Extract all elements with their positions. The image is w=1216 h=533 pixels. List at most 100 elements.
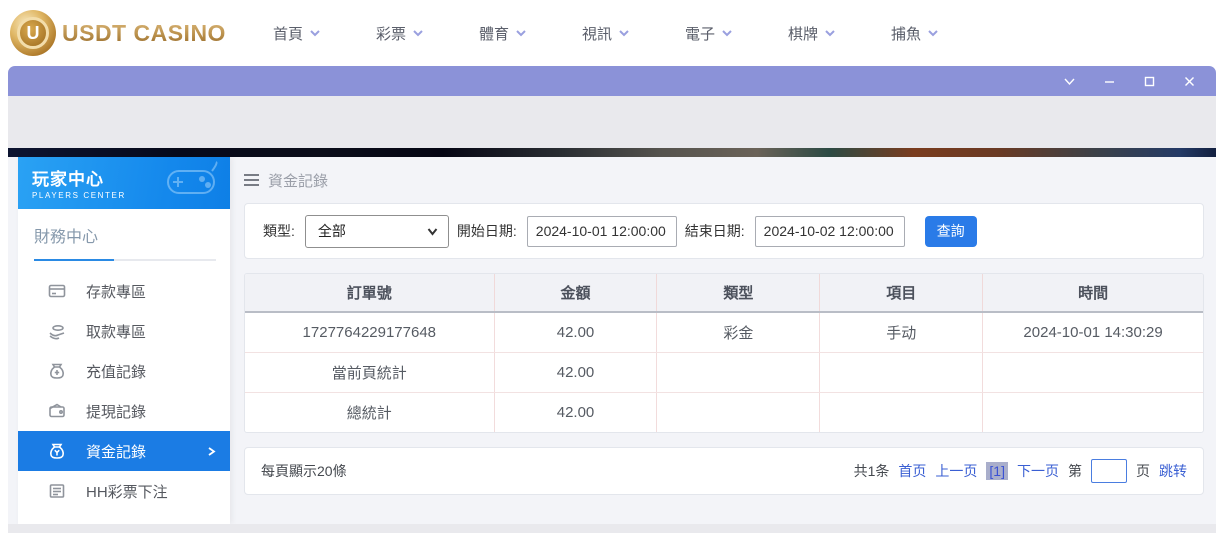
chevron-down-icon	[310, 30, 320, 37]
chevron-down-icon	[413, 30, 423, 37]
window-close-icon[interactable]	[1176, 71, 1202, 91]
sidebar-item-recharge-record[interactable]: 充值記錄	[18, 351, 230, 391]
nav-item-home[interactable]: 首頁	[245, 23, 348, 44]
end-date-label: 結束日期:	[684, 223, 745, 239]
cell-empty	[982, 352, 1203, 393]
sidebar-item-label: 存款專區	[86, 283, 147, 301]
sidebar-item-label: 取款專區	[86, 323, 147, 341]
chevron-right-icon	[208, 446, 216, 456]
gamepad-decoration-icon	[167, 161, 218, 194]
sidebar-item-room-bet-record[interactable]: 廳室投註記錄	[18, 511, 230, 525]
chevron-down-icon	[722, 30, 732, 37]
recharge-bag-icon	[48, 362, 66, 380]
nav-label: 視訊	[581, 25, 612, 43]
chevron-down-icon	[619, 30, 629, 37]
sidebar-item-deposit[interactable]: 存款專區	[18, 271, 230, 311]
sidebar-item-funds-record[interactable]: 資金記錄	[18, 431, 230, 471]
funds-table-card: 訂單號 金額 類型 項目 時間 1727764229177648 42.00 彩…	[244, 273, 1204, 433]
site-logo[interactable]: U USDT CASINO	[0, 10, 245, 56]
col-amount: 金額	[494, 274, 658, 313]
page-title: 資金記錄	[268, 172, 329, 190]
window-maximize-icon[interactable]	[1136, 71, 1162, 91]
table-row: 1727764229177648 42.00 彩金 手动 2024-10-01 …	[245, 312, 1203, 353]
nav-label: 電子	[684, 25, 715, 43]
table-row-grand-total: 總統計 42.00	[245, 392, 1203, 432]
pagination-bar: 每頁顯示20條 共1条 首页 上一页 [1] 下一页 第 页 跳转	[244, 447, 1204, 495]
cell-item: 手动	[819, 312, 984, 353]
sidebar-item-label: 充值記錄	[86, 363, 147, 381]
cell-order-no: 1727764229177648	[245, 312, 495, 353]
nav-item-fishing[interactable]: 捕魚	[863, 23, 966, 44]
sidebar-item-withdraw[interactable]: 取款專區	[18, 311, 230, 351]
type-label: 類型:	[263, 223, 295, 239]
withdraw-hand-icon	[48, 322, 66, 340]
content-area: 玩家中心 PLAYERS CENTER 財務中心 存款專區 取款專區 充值記錄 …	[8, 157, 1216, 524]
first-page-link[interactable]: 首页	[898, 461, 926, 481]
col-order-no: 訂單號	[245, 274, 495, 313]
start-date-label: 開始日期:	[456, 223, 517, 239]
main-menu: 首頁 彩票 體育 視訊 電子 棋牌 捕魚	[245, 23, 966, 44]
app-window: 玩家中心 PLAYERS CENTER 財務中心 存款專區 取款專區 充值記錄 …	[8, 66, 1216, 533]
type-select[interactable]: 全部	[304, 214, 449, 248]
nav-label: 體育	[478, 25, 509, 43]
window-chevron-down-icon[interactable]	[1056, 71, 1082, 91]
nav-item-sports[interactable]: 體育	[451, 23, 554, 44]
nav-item-lottery[interactable]: 彩票	[348, 23, 451, 44]
menu-collapse-icon[interactable]	[244, 174, 259, 186]
nav-item-cards[interactable]: 棋牌	[760, 23, 863, 44]
window-titlebar	[8, 66, 1216, 96]
sidebar: 玩家中心 PLAYERS CENTER 財務中心 存款專區 取款專區 充值記錄 …	[18, 157, 230, 524]
players-center-header: 玩家中心 PLAYERS CENTER	[18, 157, 230, 209]
jump-page-input[interactable]	[1091, 459, 1127, 483]
nav-label: 捕魚	[890, 25, 921, 43]
sidebar-item-withdrawal-record[interactable]: 提現記錄	[18, 391, 230, 431]
cell-empty	[819, 352, 984, 393]
cell-type: 彩金	[656, 312, 821, 353]
table-row-page-total: 當前頁統計 42.00	[245, 352, 1203, 393]
cell-empty	[983, 392, 1203, 432]
funds-bag-icon	[48, 442, 66, 460]
table-header-row: 訂單號 金額 類型 項目 時間	[245, 274, 1203, 313]
finance-center-section: 財務中心	[18, 209, 230, 261]
nav-label: 棋牌	[787, 25, 818, 43]
search-button[interactable]: 查詢	[924, 215, 977, 247]
nav-item-live[interactable]: 視訊	[554, 23, 657, 44]
col-item: 項目	[819, 274, 984, 313]
nav-item-slots[interactable]: 電子	[657, 23, 760, 44]
top-navbar: U USDT CASINO 首頁 彩票 體育 視訊 電子 棋牌 捕魚	[0, 0, 1216, 66]
main-panel: 資金記錄 類型: 全部 開始日期: 結束日期: 查詢	[244, 157, 1204, 524]
window-toolbar-area	[8, 96, 1216, 148]
cell-time: 2024-10-01 14:30:29	[982, 312, 1203, 353]
banner-strip	[8, 148, 1216, 157]
window-minimize-icon[interactable]	[1096, 71, 1122, 91]
room-bet-list-icon	[48, 522, 66, 524]
sidebar-item-label: HH彩票下注	[86, 483, 168, 501]
chevron-down-icon	[825, 30, 835, 37]
nav-label: 彩票	[375, 25, 406, 43]
cell-amount: 42.00	[494, 312, 658, 353]
cell-amount: 42.00	[494, 392, 658, 432]
sidebar-item-label: 廳室投註記錄	[86, 521, 176, 525]
cell-label: 當前頁統計	[245, 352, 495, 393]
current-page-indicator: [1]	[986, 462, 1008, 480]
jump-action-link[interactable]: 跳转	[1159, 461, 1187, 481]
col-type: 類型	[656, 274, 821, 313]
start-date-input[interactable]	[526, 215, 677, 247]
jump-prefix-label: 第	[1068, 463, 1082, 479]
logo-monogram: U	[17, 17, 49, 49]
prev-page-link[interactable]: 上一页	[935, 461, 977, 481]
next-page-link[interactable]: 下一页	[1017, 461, 1059, 481]
end-date-input[interactable]	[754, 215, 905, 247]
logo-text: USDT CASINO	[62, 19, 226, 46]
deposit-card-icon	[48, 282, 66, 300]
logo-ball-icon: U	[10, 10, 56, 56]
select-chevron-down-icon	[427, 227, 438, 236]
sidebar-item-hh-lottery-bets[interactable]: HH彩票下注	[18, 471, 230, 511]
chevron-down-icon	[928, 30, 938, 37]
jump-suffix-label: 页	[1136, 463, 1150, 479]
page-bottom-strip	[8, 524, 1216, 533]
finance-center-label: 財務中心	[34, 229, 99, 246]
funds-table: 訂單號 金額 類型 項目 時間 1727764229177648 42.00 彩…	[245, 274, 1203, 432]
cell-empty	[819, 392, 984, 432]
nav-label: 首頁	[272, 25, 303, 43]
